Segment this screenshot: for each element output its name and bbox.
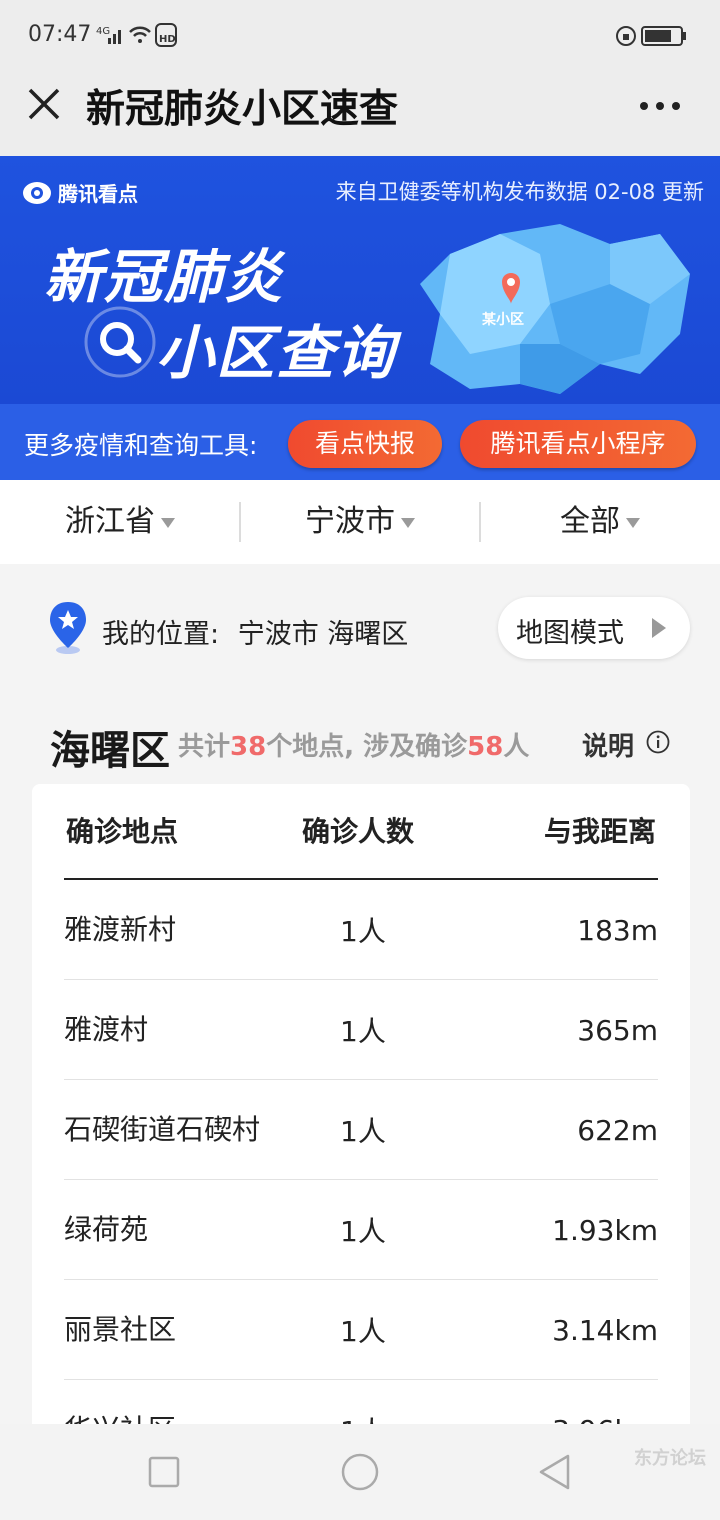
brand-name: 腾讯看点	[58, 182, 138, 206]
header-count: 确诊人数	[302, 815, 415, 848]
province-dropdown[interactable]: 浙江省	[0, 480, 240, 564]
distance-cell: 622m	[577, 1113, 658, 1147]
location-value: 宁波市 海曙区	[237, 619, 409, 650]
district-value: 全部	[560, 504, 620, 539]
summary-suffix: 人	[503, 732, 530, 762]
distance-cell: 3.14km	[552, 1313, 658, 1347]
summary-text: 共计38个地点, 涉及确诊58人	[178, 726, 529, 763]
my-location: 我的位置: 宁波市 海曙区	[102, 612, 408, 651]
tencent-kandian-logo-icon	[23, 182, 51, 204]
cases-table: 确诊地点 确诊人数 与我距离 雅渡新村 1人 183m 雅渡村 1人 365m …	[32, 784, 690, 1444]
banner-headline: 新冠肺炎	[44, 243, 285, 311]
map-illustration: 某小区	[420, 224, 690, 394]
more-options-icon[interactable]	[638, 100, 682, 112]
table-row[interactable]: 绿荷苑 1人 1.93km	[64, 1180, 658, 1280]
map-pin-label: 某小区	[482, 311, 524, 328]
chevron-down-icon	[401, 517, 415, 528]
kandian-flash-button[interactable]: 看点快报	[288, 420, 442, 468]
info-icon[interactable]	[646, 730, 670, 754]
chevron-down-icon	[626, 517, 640, 528]
title-bar: 新冠肺炎小区速查	[0, 60, 720, 156]
watermark-text: 东方论坛	[634, 1448, 706, 1469]
search-icon	[84, 306, 156, 378]
district-dropdown[interactable]: 全部	[480, 480, 720, 564]
network-type-text: 4G	[96, 26, 110, 37]
back-triangle-icon[interactable]	[536, 1452, 576, 1492]
place-cell: 雅渡新村	[64, 913, 177, 946]
tools-label: 更多疫情和查询工具:	[24, 431, 258, 460]
network-signal-icon: 4G HD	[96, 23, 177, 47]
region-selector: 浙江省 宁波市 全部	[0, 480, 720, 564]
location-label: 我的位置:	[102, 619, 220, 650]
cases-count: 58	[467, 732, 504, 762]
battery-icon	[616, 26, 686, 46]
header-place: 确诊地点	[66, 815, 179, 848]
distance-cell: 1.93km	[552, 1213, 658, 1247]
table-row[interactable]: 雅渡新村 1人 183m	[64, 880, 658, 980]
chevron-down-icon	[161, 517, 175, 528]
mini-program-button[interactable]: 腾讯看点小程序	[460, 420, 696, 468]
recents-square-icon[interactable]	[144, 1452, 184, 1492]
data-source-text: 来自卫健委等机构发布数据 02-08 更新	[335, 180, 704, 204]
close-icon[interactable]	[26, 86, 62, 122]
summary-prefix: 共计	[178, 732, 231, 762]
hd-text: HD	[159, 34, 176, 45]
table-row[interactable]: 雅渡村 1人 365m	[64, 980, 658, 1080]
table-row[interactable]: 石碶街道石碶村 1人 622m	[64, 1080, 658, 1180]
banner[interactable]: 腾讯看点 来自卫健委等机构发布数据 02-08 更新 新冠肺炎 小区查询 某小区	[0, 156, 720, 404]
play-arrow-icon	[652, 618, 666, 638]
count-cell: 1人	[340, 1015, 386, 1048]
count-cell: 1人	[340, 1115, 386, 1148]
places-count: 38	[230, 732, 267, 762]
count-cell: 1人	[340, 915, 386, 948]
district-title: 海曙区	[50, 728, 170, 774]
city-value: 宁波市	[305, 504, 395, 539]
city-dropdown[interactable]: 宁波市	[240, 480, 480, 564]
count-cell: 1人	[340, 1215, 386, 1248]
location-pin-icon	[50, 602, 86, 654]
banner-subheadline: 小区查询	[156, 319, 397, 387]
place-cell: 绿荷苑	[64, 1213, 149, 1246]
summary-mid: 个地点, 涉及确诊	[266, 732, 468, 762]
map-mode-button[interactable]: 地图模式	[498, 597, 690, 659]
province-value: 浙江省	[65, 504, 155, 539]
place-cell: 雅渡村	[64, 1013, 149, 1046]
page-title: 新冠肺炎小区速查	[86, 87, 399, 132]
place-cell: 丽景社区	[64, 1313, 177, 1346]
table-header: 确诊地点 确诊人数 与我距离	[64, 784, 658, 880]
system-nav-bar: 东方论坛	[0, 1424, 720, 1520]
distance-cell: 183m	[577, 913, 658, 947]
place-cell: 石碶街道石碶村	[64, 1113, 261, 1146]
tools-bar: 更多疫情和查询工具: 看点快报 腾讯看点小程序	[0, 404, 720, 480]
explain-link[interactable]: 说明	[582, 726, 634, 763]
map-mode-label: 地图模式	[516, 618, 624, 649]
header-distance: 与我距离	[543, 815, 656, 848]
status-time: 07:47	[28, 22, 92, 47]
distance-cell: 365m	[577, 1013, 658, 1047]
home-circle-icon[interactable]	[340, 1452, 380, 1492]
table-row[interactable]: 丽景社区 1人 3.14km	[64, 1280, 658, 1380]
count-cell: 1人	[340, 1315, 386, 1348]
